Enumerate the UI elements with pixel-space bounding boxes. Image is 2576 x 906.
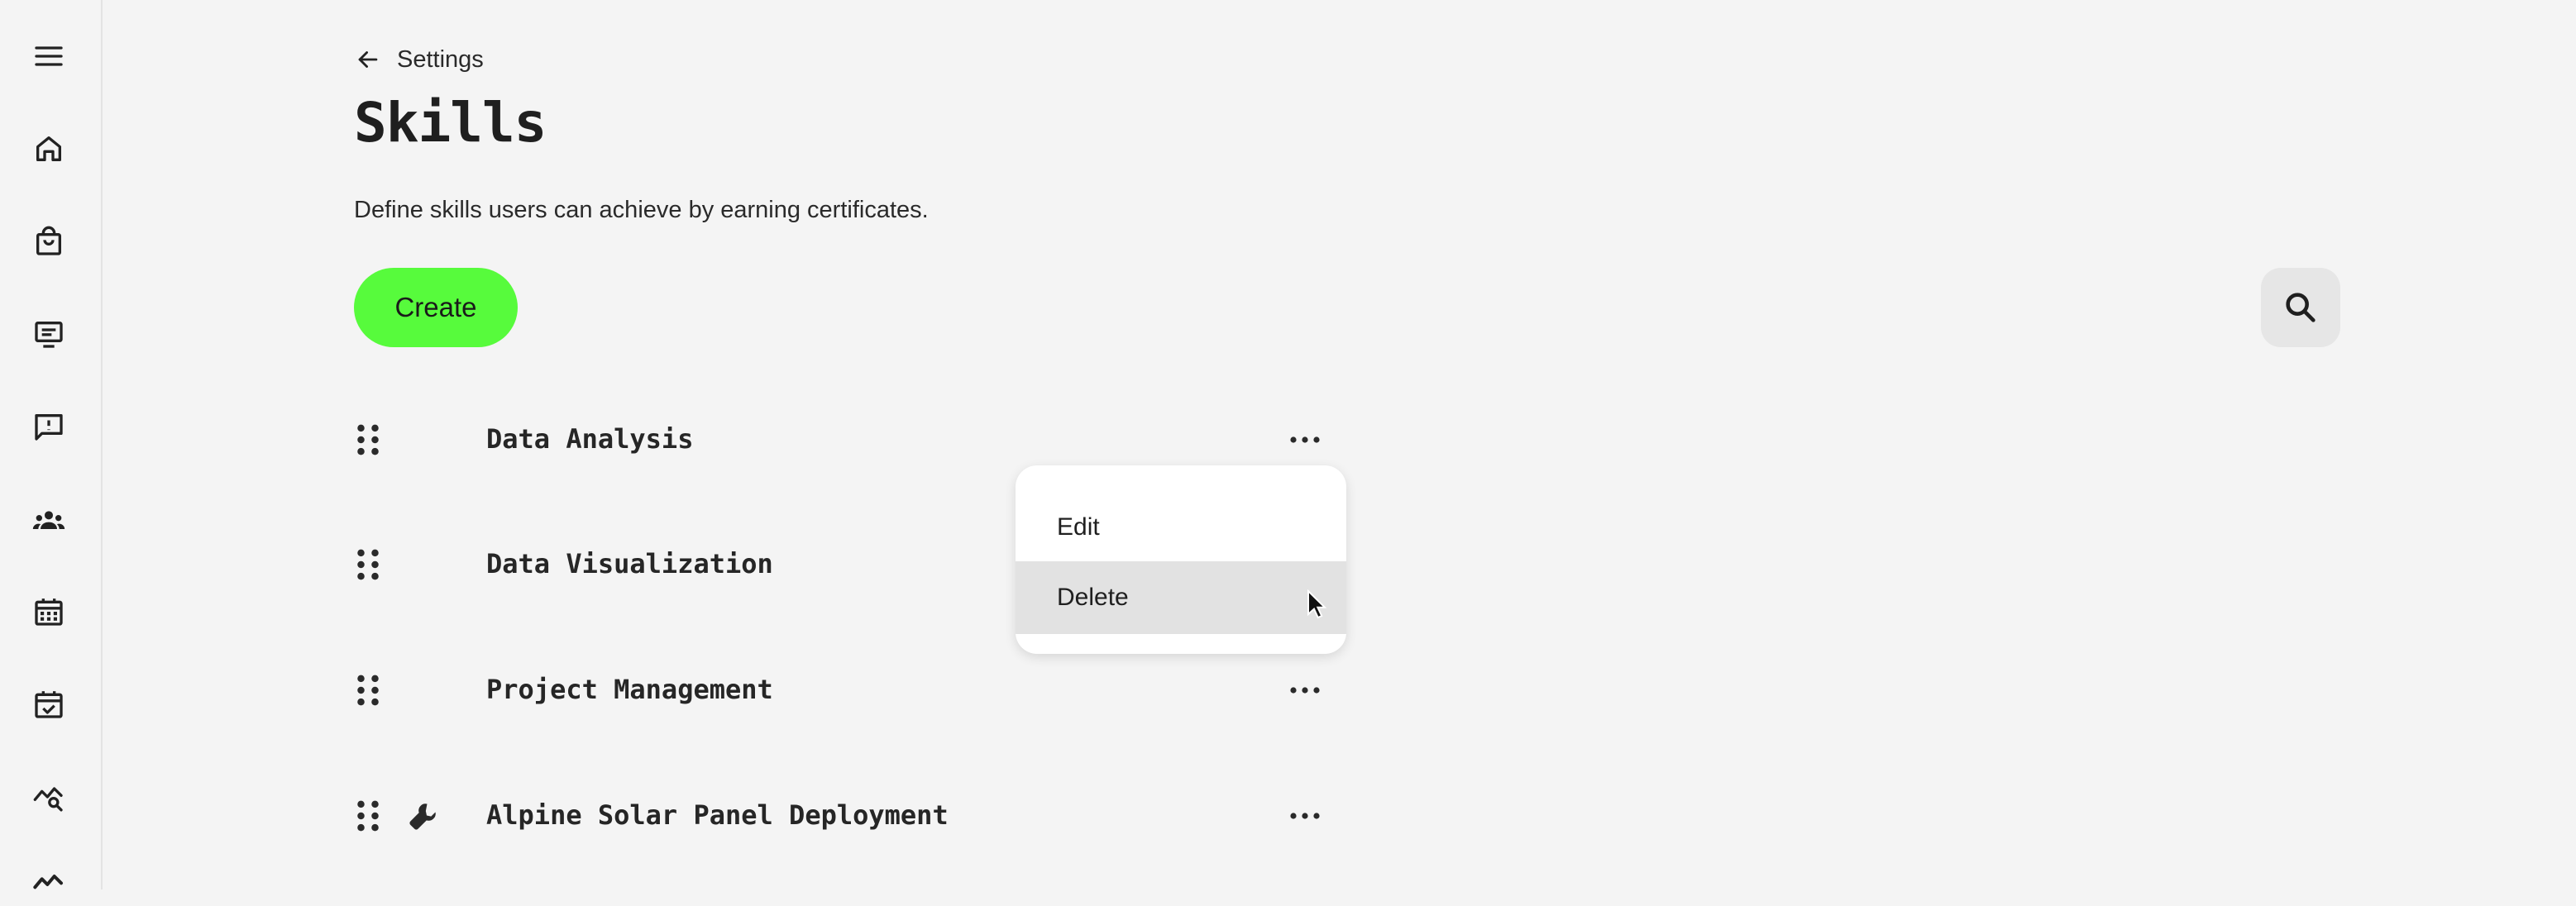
mouse-cursor-icon — [1307, 589, 1326, 619]
arrow-left-icon — [358, 51, 378, 68]
search-button[interactable] — [2261, 268, 2340, 347]
skill-name: Project Management — [486, 674, 773, 705]
more-options-icon[interactable] — [1285, 799, 1325, 832]
skill-name: Data Analysis — [486, 423, 694, 455]
more-options-icon[interactable] — [1285, 674, 1325, 707]
page-subtitle: Define skills users can achieve by earni… — [354, 197, 929, 223]
skill-name: Data Visualization — [486, 548, 773, 579]
drag-handle-icon[interactable] — [354, 548, 382, 581]
search-icon — [2286, 293, 2316, 322]
breadcrumb[interactable]: Settings — [354, 41, 484, 78]
list-item[interactable]: Alpine Solar Panel Deployment — [354, 783, 1371, 849]
drag-handle-icon[interactable] — [354, 423, 382, 456]
create-button[interactable]: Create — [354, 268, 518, 347]
more-options-icon[interactable] — [1285, 423, 1325, 456]
drag-handle-icon[interactable] — [354, 674, 382, 707]
back-link-label[interactable]: Settings — [397, 46, 484, 74]
skill-name: Alpine Solar Panel Deployment — [486, 799, 949, 831]
wrench-icon — [405, 798, 442, 834]
menu-item-edit[interactable]: Edit — [1016, 491, 1346, 564]
page-title: Skills — [354, 91, 547, 155]
context-menu: Edit Delete — [1016, 465, 1346, 654]
list-item[interactable]: Data Analysis — [354, 407, 1371, 473]
main-content: Settings Skills Define skills users can … — [0, 0, 2576, 889]
menu-item-delete[interactable]: Delete — [1016, 561, 1346, 634]
list-item[interactable]: Project Management — [354, 657, 1371, 723]
drag-handle-icon[interactable] — [354, 799, 382, 832]
